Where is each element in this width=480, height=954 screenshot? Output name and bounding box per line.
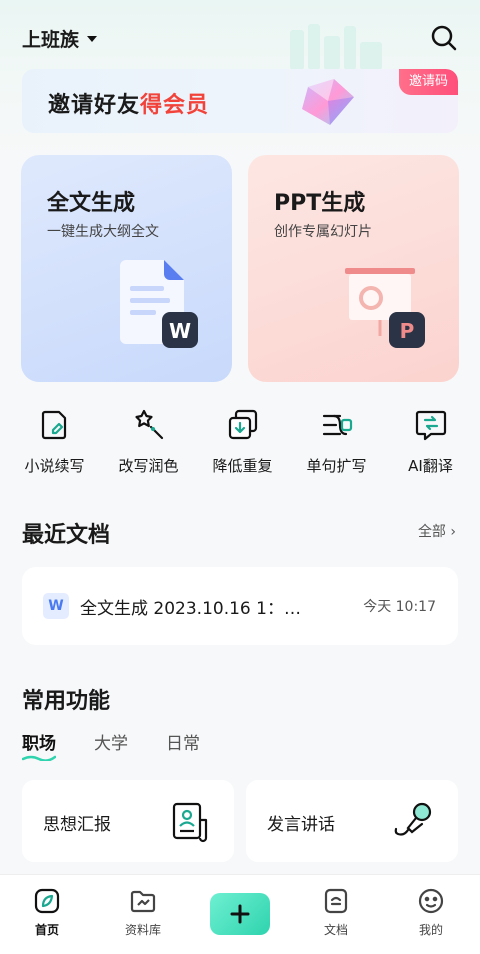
tool-label: 改写润色: [118, 457, 179, 475]
recent-docs-title: 最近文档: [22, 523, 111, 548]
report-person-icon: [172, 802, 208, 843]
profile-label: 上班族: [22, 28, 80, 51]
tabbar-documents[interactable]: 文档: [306, 887, 366, 938]
word-document-icon: W: [120, 260, 198, 348]
magic-wand-icon: [134, 409, 163, 440]
tool-sentence-expand[interactable]: 单句扩写: [290, 408, 383, 476]
tab-label: 文档: [323, 923, 348, 937]
folder-icon: [130, 890, 156, 913]
card-title: 全文生成: [47, 191, 136, 216]
ppt-generate-card[interactable]: PPT生成 创作专属幻灯片 P: [248, 155, 459, 382]
tool-label: 降低重复: [212, 457, 273, 475]
tab-label: 我的: [418, 923, 443, 937]
add-button[interactable]: [210, 893, 270, 935]
banner-text: 邀请好友得会员: [48, 87, 209, 119]
tool-novel-continue[interactable]: 小说续写: [8, 408, 101, 476]
view-all-link[interactable]: 全部 ›: [418, 521, 456, 541]
doc-time: 今天 10:17: [363, 599, 436, 615]
gem-icon: [302, 79, 354, 125]
full-text-generate-card[interactable]: 全文生成 一键生成大纲全文 W: [21, 155, 232, 382]
invite-code-badge[interactable]: 邀请码: [398, 69, 458, 95]
doc-pen-icon: [41, 410, 66, 440]
tab-college[interactable]: 大学: [94, 729, 128, 754]
document-icon: [324, 888, 348, 914]
common-features-title: 常用功能: [22, 689, 111, 714]
recent-doc-item[interactable]: W 全文生成 2023.10.16 1：… 今天 10:17: [22, 567, 458, 645]
svg-text:W: W: [169, 319, 191, 343]
tab-label: 大学: [94, 734, 128, 754]
face-icon: [418, 888, 444, 914]
feature-tabs: 职场 大学 日常: [22, 729, 200, 761]
tab-label: 职场: [22, 734, 56, 754]
tab-label: 日常: [166, 734, 200, 754]
tab-label: 首页: [34, 923, 59, 937]
tool-label: AI翻译: [408, 457, 453, 475]
header-decoration: [290, 20, 440, 70]
tabbar-home[interactable]: 首页: [17, 887, 77, 938]
card-title: PPT生成: [274, 191, 366, 216]
banner-text-highlight: 得会员: [140, 93, 210, 118]
tool-reduce-duplicate[interactable]: 降低重复: [196, 408, 289, 476]
tabbar-library[interactable]: 资料库: [113, 887, 173, 938]
tabbar-profile[interactable]: 我的: [401, 887, 461, 938]
bottom-tab-bar: 首页 资料库 文档 我的: [0, 874, 480, 954]
word-doc-icon: W: [43, 593, 69, 619]
tab-label: 资料库: [124, 923, 161, 937]
expand-lines-icon: [322, 414, 352, 436]
feature-speech[interactable]: 发言讲话: [246, 780, 458, 862]
home-icon: [34, 888, 60, 914]
plus-icon: [230, 904, 250, 924]
feature-thought-report[interactable]: 思想汇报: [22, 780, 234, 862]
tool-label: 小说续写: [24, 457, 85, 475]
microphone-icon: [394, 802, 432, 836]
svg-text:P: P: [400, 319, 415, 343]
translate-icon: [415, 410, 446, 441]
tab-daily[interactable]: 日常: [166, 729, 200, 754]
presentation-icon: P: [345, 268, 425, 348]
copy-down-icon: [228, 409, 257, 440]
banner-text-main: 邀请好友: [48, 93, 141, 118]
caret-down-icon: [87, 36, 98, 42]
feature-label: 思想汇报: [43, 815, 111, 835]
search-icon[interactable]: [430, 24, 458, 52]
tool-label: 单句扩写: [306, 457, 367, 475]
card-subtitle: 一键生成大纲全文: [47, 224, 159, 240]
tool-rewrite-polish[interactable]: 改写润色: [102, 408, 195, 476]
card-subtitle: 创作专属幻灯片: [274, 224, 372, 240]
tab-underline: [22, 755, 56, 761]
doc-name: 全文生成 2023.10.16 1：…: [80, 599, 301, 619]
invite-banner[interactable]: 邀请好友得会员 邀请码: [22, 69, 458, 133]
tool-shortcuts: 小说续写 改写润色 降低重复 单句扩写 AI翻译: [0, 408, 480, 476]
tab-workplace[interactable]: 职场: [22, 729, 56, 761]
profile-selector[interactable]: 上班族: [22, 24, 98, 52]
tool-ai-translate[interactable]: AI翻译: [384, 408, 477, 476]
feature-label: 发言讲话: [267, 815, 335, 835]
